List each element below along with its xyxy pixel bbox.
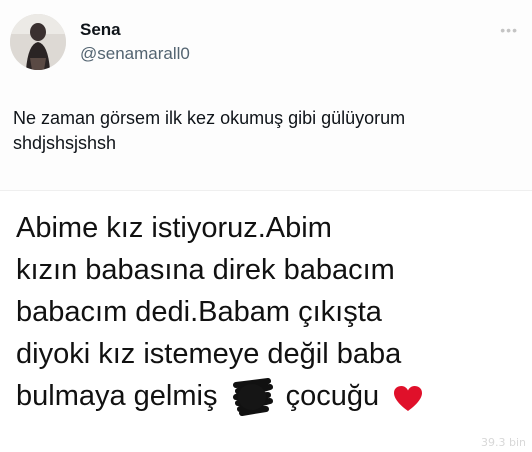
- image-text: Abime kız istiyoruz.Abim kızın babasına …: [16, 207, 526, 417]
- attached-image[interactable]: Abime kız istiyoruz.Abim kızın babasına …: [0, 190, 532, 452]
- author-handle[interactable]: @senamarall0: [80, 44, 190, 64]
- image-text-last-line: bulmaya gelmiş çocuğu: [16, 375, 526, 417]
- tweet-text-line: Ne zaman görsem ilk kez okumuş gibi gülü…: [13, 108, 406, 128]
- tweet-text: Ne zaman görsem ilk kez okumuş gibi gülü…: [13, 106, 513, 156]
- tweet-text-line: shdjshsjshsh: [13, 133, 117, 153]
- image-text-line: Abime kız istiyoruz.Abim: [16, 212, 332, 244]
- avatar[interactable]: [10, 14, 66, 70]
- image-text-line: babacım dedi.Babam çıkışta: [16, 296, 382, 328]
- views-watermark: 39.3 bin: [481, 436, 526, 449]
- tweet-header: Sena @senamarall0 •••: [10, 8, 522, 78]
- tweet-screenshot: Sena @senamarall0 ••• Ne zaman görsem il…: [0, 0, 532, 452]
- scribble-censor-icon: [230, 377, 274, 417]
- image-text-line: diyoki kız istemeye değil baba: [16, 338, 402, 370]
- image-text-line: kızın babasına direk babacım: [16, 254, 395, 286]
- ellipsis-icon[interactable]: •••: [500, 22, 518, 38]
- red-heart-icon: [393, 383, 423, 412]
- image-text-fragment: çocuğu: [285, 380, 380, 412]
- image-text-fragment: bulmaya gelmiş: [16, 380, 218, 412]
- author-name[interactable]: Sena: [80, 20, 121, 40]
